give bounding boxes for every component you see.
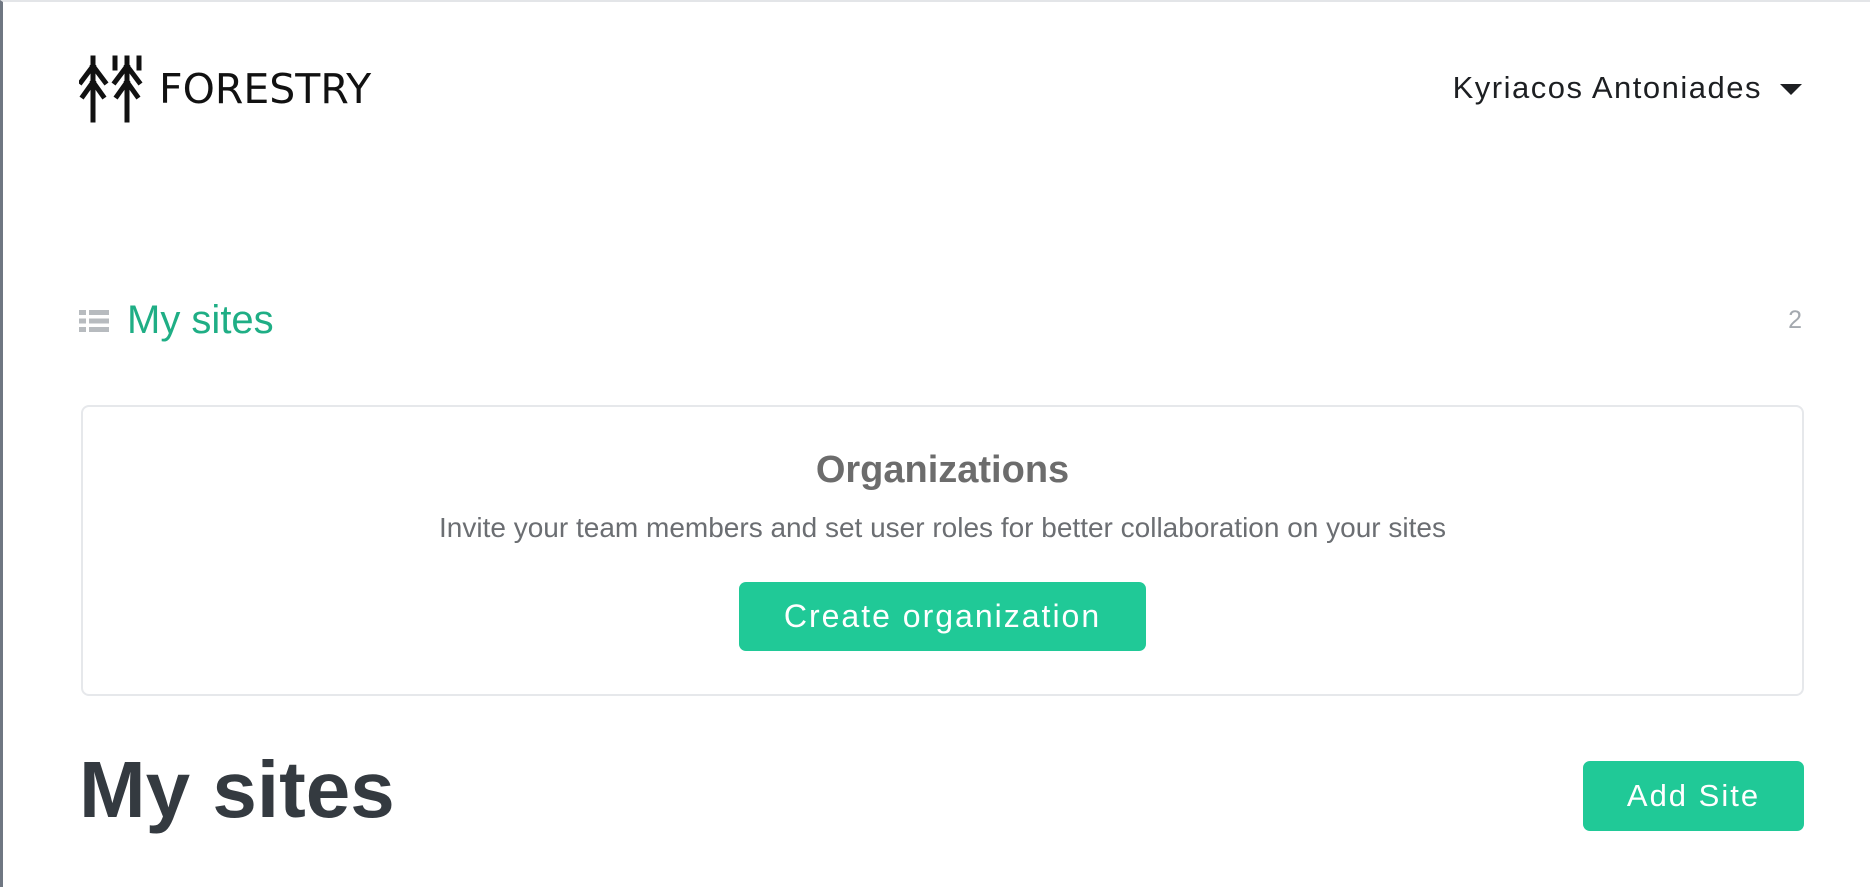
section-title: My sites bbox=[127, 298, 274, 342]
add-site-button[interactable]: Add Site bbox=[1583, 761, 1804, 831]
chevron-down-icon bbox=[1780, 83, 1802, 95]
section-header: My sites 2 bbox=[79, 298, 1802, 343]
forestry-tree-icon bbox=[79, 55, 143, 123]
page-title: My sites bbox=[79, 745, 395, 834]
user-menu[interactable]: Kyriacos Antoniades bbox=[1453, 70, 1802, 106]
create-organization-button[interactable]: Create organization bbox=[739, 582, 1146, 651]
organizations-title: Organizations bbox=[815, 449, 1070, 491]
organizations-card: Organizations Invite your team members a… bbox=[81, 405, 1804, 696]
list-icon bbox=[79, 309, 109, 332]
organizations-description: Invite your team members and set user ro… bbox=[439, 512, 1446, 543]
sites-count: 2 bbox=[1788, 306, 1802, 334]
section-title-link[interactable]: My sites bbox=[79, 298, 274, 343]
user-name: Kyriacos Antoniades bbox=[1452, 70, 1762, 105]
page: FORESTRY Kyriacos Antoniades My sites 2 bbox=[0, 0, 1870, 887]
logo-wordmark: FORESTRY bbox=[159, 64, 372, 113]
forestry-logo[interactable]: FORESTRY bbox=[79, 54, 371, 124]
